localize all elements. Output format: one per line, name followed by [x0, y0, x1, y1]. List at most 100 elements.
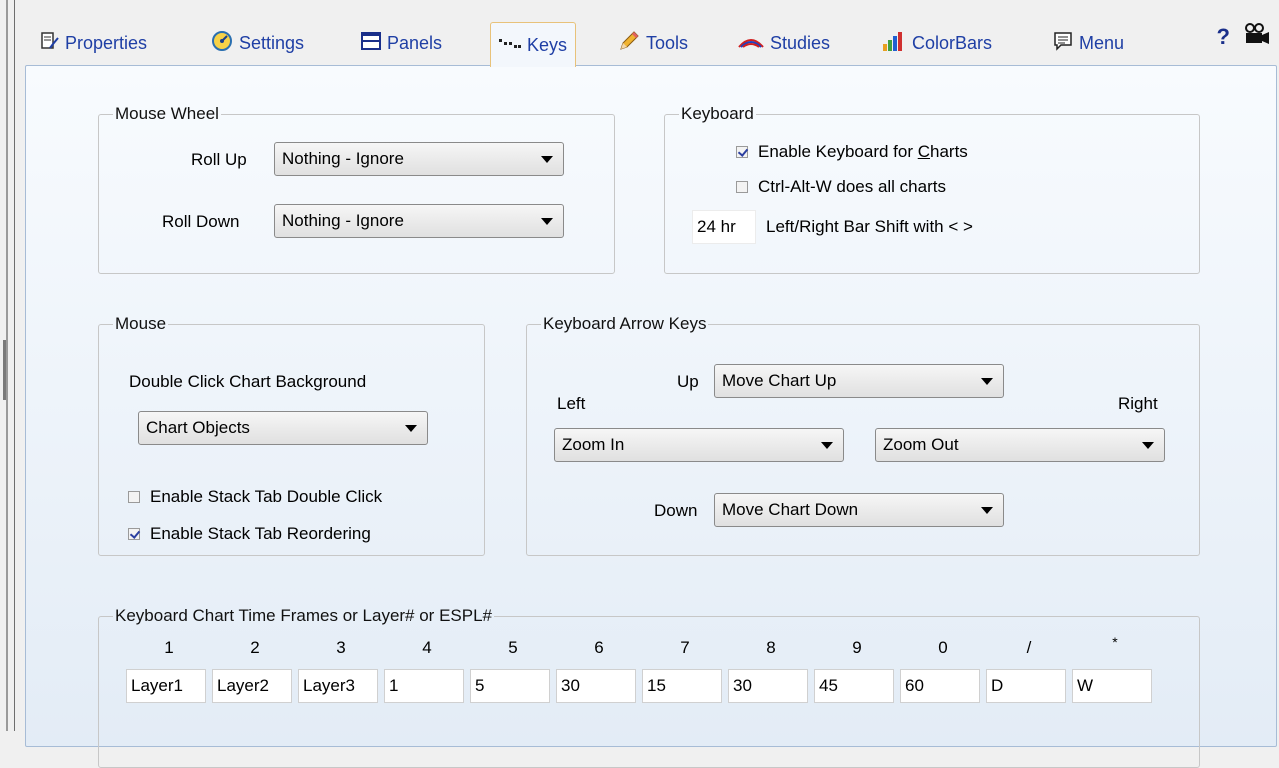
dropdown-value: Nothing - Ignore: [282, 211, 404, 230]
keys-icon: [499, 35, 521, 56]
time-frame-input-8[interactable]: 30: [728, 669, 808, 703]
checkbox-box[interactable]: [128, 491, 140, 503]
group-title: Mouse Wheel: [115, 104, 219, 123]
roll-up-dropdown[interactable]: Nothing - Ignore: [274, 142, 564, 176]
time-frame-key: 8: [766, 638, 776, 657]
menu-icon: [1053, 31, 1073, 56]
roll-up-label: Roll Up: [191, 150, 247, 169]
tab-label: ColorBars: [912, 32, 993, 53]
tab-colorbars[interactable]: ColorBars: [882, 24, 992, 62]
bar-shift-label: Left/Right Bar Shift with < >: [766, 217, 973, 236]
ctrl-alt-w-checkbox[interactable]: Ctrl-Alt-W does all charts: [736, 177, 946, 197]
tab-label: Tools: [646, 32, 689, 53]
chevron-down-icon: [821, 442, 833, 449]
tab-keys[interactable]: Keys: [490, 22, 577, 67]
checkbox-box[interactable]: [736, 146, 748, 158]
up-label: Up: [677, 372, 699, 391]
pencil-icon: [618, 30, 640, 57]
chevron-down-icon: [981, 507, 993, 514]
group-title: Keyboard Arrow Keys: [543, 314, 707, 333]
tab-label: Studies: [770, 32, 831, 53]
time-frame-key: 6: [594, 638, 604, 657]
group-title: Keyboard: [681, 104, 754, 123]
arrow-up-dropdown[interactable]: Move Chart Up: [714, 364, 1004, 398]
tab-studies[interactable]: Studies: [738, 24, 830, 62]
roll-down-label: Roll Down: [162, 212, 240, 231]
tab-menu[interactable]: Menu: [1053, 24, 1124, 62]
time-frame-key: 7: [680, 638, 690, 657]
time-frame-input-slash[interactable]: D: [986, 669, 1066, 703]
keys-settings-window: Properties Settings Panels Keys Tools St…: [14, 0, 1279, 768]
chevron-down-icon: [405, 425, 417, 432]
arrow-left-dropdown[interactable]: Zoom In: [554, 428, 844, 462]
tab-bar: Properties Settings Panels Keys Tools St…: [15, 0, 1279, 68]
video-camera-icon[interactable]: [1244, 22, 1270, 51]
settings-gauge-icon: [211, 30, 233, 57]
tab-label: Keys: [527, 34, 568, 55]
checkbox-box[interactable]: [736, 181, 748, 193]
tab-label: Properties: [65, 32, 148, 53]
time-frame-input-9[interactable]: 45: [814, 669, 894, 703]
roll-down-dropdown[interactable]: Nothing - Ignore: [274, 204, 564, 238]
checkbox-label: Enable Stack Tab Reordering: [150, 524, 371, 543]
dropdown-value: Zoom Out: [883, 435, 959, 454]
dropdown-value: Zoom In: [562, 435, 625, 454]
enable-keyboard-checkbox[interactable]: Enable Keyboard for Charts: [736, 142, 968, 162]
time-frame-key: 4: [422, 638, 432, 657]
time-frame-input-7[interactable]: 15: [642, 669, 722, 703]
tab-panels[interactable]: Panels: [361, 24, 442, 62]
time-frame-key: /: [1026, 638, 1032, 657]
left-edge: [0, 0, 14, 731]
chevron-down-icon: [1142, 442, 1154, 449]
chevron-down-icon: [541, 156, 553, 163]
tab-label: Menu: [1079, 32, 1125, 53]
checkbox-label: Ctrl-Alt-W does all charts: [758, 177, 946, 196]
time-frame-key: *: [1112, 634, 1118, 650]
studies-waves-icon: [738, 31, 764, 56]
group-title: Mouse: [115, 314, 167, 333]
time-frame-input-4[interactable]: 1: [384, 669, 464, 703]
top-right-tools: ?: [1217, 22, 1270, 51]
dropdown-value: Nothing - Ignore: [282, 149, 404, 168]
right-label: Right: [1118, 394, 1158, 413]
left-edge-strip: [6, 0, 8, 731]
time-frame-input-3[interactable]: Layer3: [298, 669, 378, 703]
checkbox-box[interactable]: [128, 528, 140, 540]
colorbars-icon: [882, 30, 906, 57]
time-frame-key: 1: [164, 638, 174, 657]
double-click-label: Double Click Chart Background: [129, 372, 367, 391]
dropdown-value: Move Chart Down: [722, 500, 859, 519]
help-button[interactable]: ?: [1217, 24, 1230, 50]
stack-tab-double-click-checkbox[interactable]: Enable Stack Tab Double Click: [128, 487, 382, 507]
properties-icon: [39, 31, 59, 56]
time-frame-input-1[interactable]: Layer1: [126, 669, 206, 703]
chevron-down-icon: [981, 378, 993, 385]
double-click-dropdown[interactable]: Chart Objects: [138, 411, 428, 445]
panels-icon: [361, 31, 381, 56]
dropdown-value: Chart Objects: [146, 418, 250, 437]
tab-tools[interactable]: Tools: [618, 24, 688, 62]
chevron-down-icon: [541, 218, 553, 225]
checkbox-label: Enable Stack Tab Double Click: [150, 487, 383, 506]
time-frame-input-2[interactable]: Layer2: [212, 669, 292, 703]
checkbox-label: Enable Keyboard for Charts: [758, 142, 968, 161]
time-frame-key: 9: [852, 638, 862, 657]
arrow-down-dropdown[interactable]: Move Chart Down: [714, 493, 1004, 527]
time-frame-input-star[interactable]: W: [1072, 669, 1152, 703]
stack-tab-reordering-checkbox[interactable]: Enable Stack Tab Reordering: [128, 524, 371, 544]
tab-properties[interactable]: Properties: [39, 24, 147, 62]
bar-shift-input[interactable]: 24 hr: [692, 210, 756, 244]
arrow-right-dropdown[interactable]: Zoom Out: [875, 428, 1165, 462]
time-frame-input-0[interactable]: 60: [900, 669, 980, 703]
time-frame-key: 2: [250, 638, 260, 657]
left-label: Left: [557, 394, 586, 413]
time-frame-key: 0: [938, 638, 948, 657]
time-frame-input-6[interactable]: 30: [556, 669, 636, 703]
dropdown-value: Move Chart Up: [722, 371, 837, 390]
splitter-grip[interactable]: [3, 340, 6, 400]
tab-label: Settings: [239, 32, 305, 53]
time-frame-input-5[interactable]: 5: [470, 669, 550, 703]
tab-settings[interactable]: Settings: [211, 24, 304, 62]
down-label: Down: [654, 501, 698, 520]
tab-label: Panels: [387, 32, 443, 53]
